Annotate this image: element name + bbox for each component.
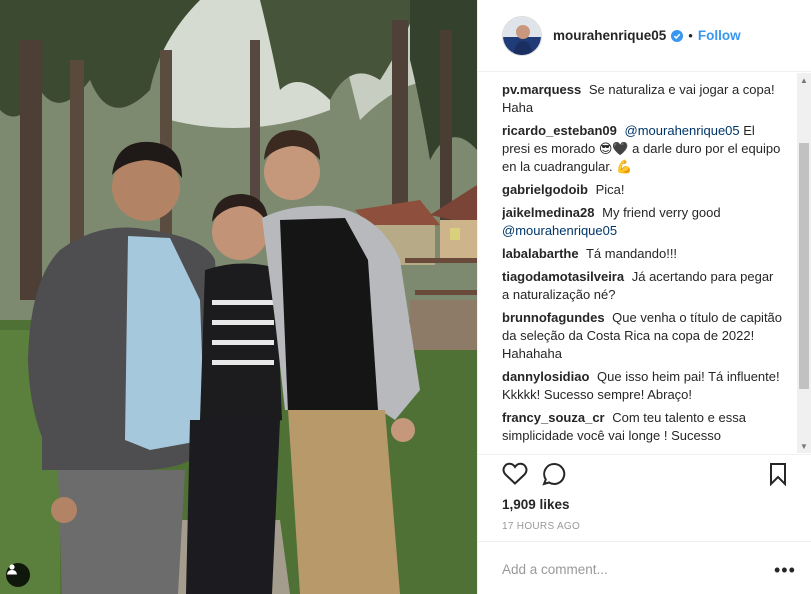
comment-item: brunnofagundes Que venha o título de cap… bbox=[502, 309, 784, 363]
post-photo[interactable] bbox=[0, 0, 477, 594]
comment-item: gabrielgodoib Pica! bbox=[502, 181, 784, 199]
avatar[interactable] bbox=[502, 15, 542, 56]
author-username[interactable]: mourahenrique05 bbox=[553, 28, 666, 43]
comment-username[interactable]: dannylosidiao bbox=[502, 369, 589, 384]
action-bar bbox=[502, 460, 792, 492]
heart-icon[interactable] bbox=[502, 462, 528, 486]
scrollbar-thumb[interactable] bbox=[799, 143, 809, 389]
comment-item: francy_souza_cr Com teu talento e essa s… bbox=[502, 409, 784, 445]
comment-username[interactable]: pv.marquess bbox=[502, 82, 581, 97]
comment-item: jaikelmedina28 My friend verry good @mou… bbox=[502, 204, 784, 240]
post-timestamp: 17 HOURS AGO bbox=[502, 521, 581, 532]
post-side-panel: mourahenrique05 • Follow pv.marquess Se … bbox=[477, 0, 811, 594]
divider bbox=[478, 454, 811, 455]
user-tag-icon[interactable] bbox=[6, 563, 30, 587]
likes-count[interactable]: 1,909 likes bbox=[502, 497, 570, 512]
comment-item: labalabarthe Tá mandando!!! bbox=[502, 245, 784, 263]
comment-item: dannylosidiao Que isso heim pai! Tá infl… bbox=[502, 368, 784, 404]
comment-username[interactable]: jaikelmedina28 bbox=[502, 205, 595, 220]
divider bbox=[478, 541, 811, 542]
comment-icon[interactable] bbox=[542, 462, 568, 486]
comment-username[interactable]: ricardo_esteban09 bbox=[502, 123, 617, 138]
add-comment-input[interactable]: Add a comment... bbox=[502, 562, 608, 577]
comments-list: pv.marquess Se naturaliza e vai jogar a … bbox=[502, 81, 784, 453]
comment-username[interactable]: francy_souza_cr bbox=[502, 410, 605, 425]
photo-illustration bbox=[0, 0, 477, 594]
more-options-button[interactable]: ••• bbox=[774, 560, 796, 581]
comment-item: tiagodamotasilveira Já acertando para pe… bbox=[502, 268, 784, 304]
comment-mention[interactable]: @mourahenrique05 bbox=[502, 223, 617, 238]
comment-item: ricardo_esteban09 @mourahenrique05 El pr… bbox=[502, 122, 784, 176]
post-header: mourahenrique05 • Follow bbox=[478, 0, 811, 72]
scroll-up-arrow-icon[interactable]: ▲ bbox=[797, 73, 811, 87]
verified-badge-icon bbox=[671, 29, 684, 42]
comment-username[interactable]: tiagodamotasilveira bbox=[502, 269, 624, 284]
scroll-down-arrow-icon[interactable]: ▼ bbox=[797, 439, 811, 453]
comments-scrollbar[interactable]: ▲ ▼ bbox=[797, 73, 811, 453]
comment-text: Pica! bbox=[595, 182, 625, 197]
bookmark-icon[interactable] bbox=[768, 462, 788, 486]
comment-username[interactable]: brunnofagundes bbox=[502, 310, 605, 325]
comment-mention[interactable]: @mourahenrique05 bbox=[625, 123, 740, 138]
comment-text: Tá mandando!!! bbox=[585, 246, 678, 261]
comment-username[interactable]: gabrielgodoib bbox=[502, 182, 588, 197]
separator-dot: • bbox=[688, 28, 693, 43]
follow-button[interactable]: Follow bbox=[698, 28, 741, 43]
instagram-post-modal: mourahenrique05 • Follow pv.marquess Se … bbox=[0, 0, 811, 594]
comment-item: pv.marquess Se naturaliza e vai jogar a … bbox=[502, 81, 784, 117]
comment-text: My friend verry good bbox=[602, 205, 721, 220]
comment-username[interactable]: labalabarthe bbox=[502, 246, 579, 261]
